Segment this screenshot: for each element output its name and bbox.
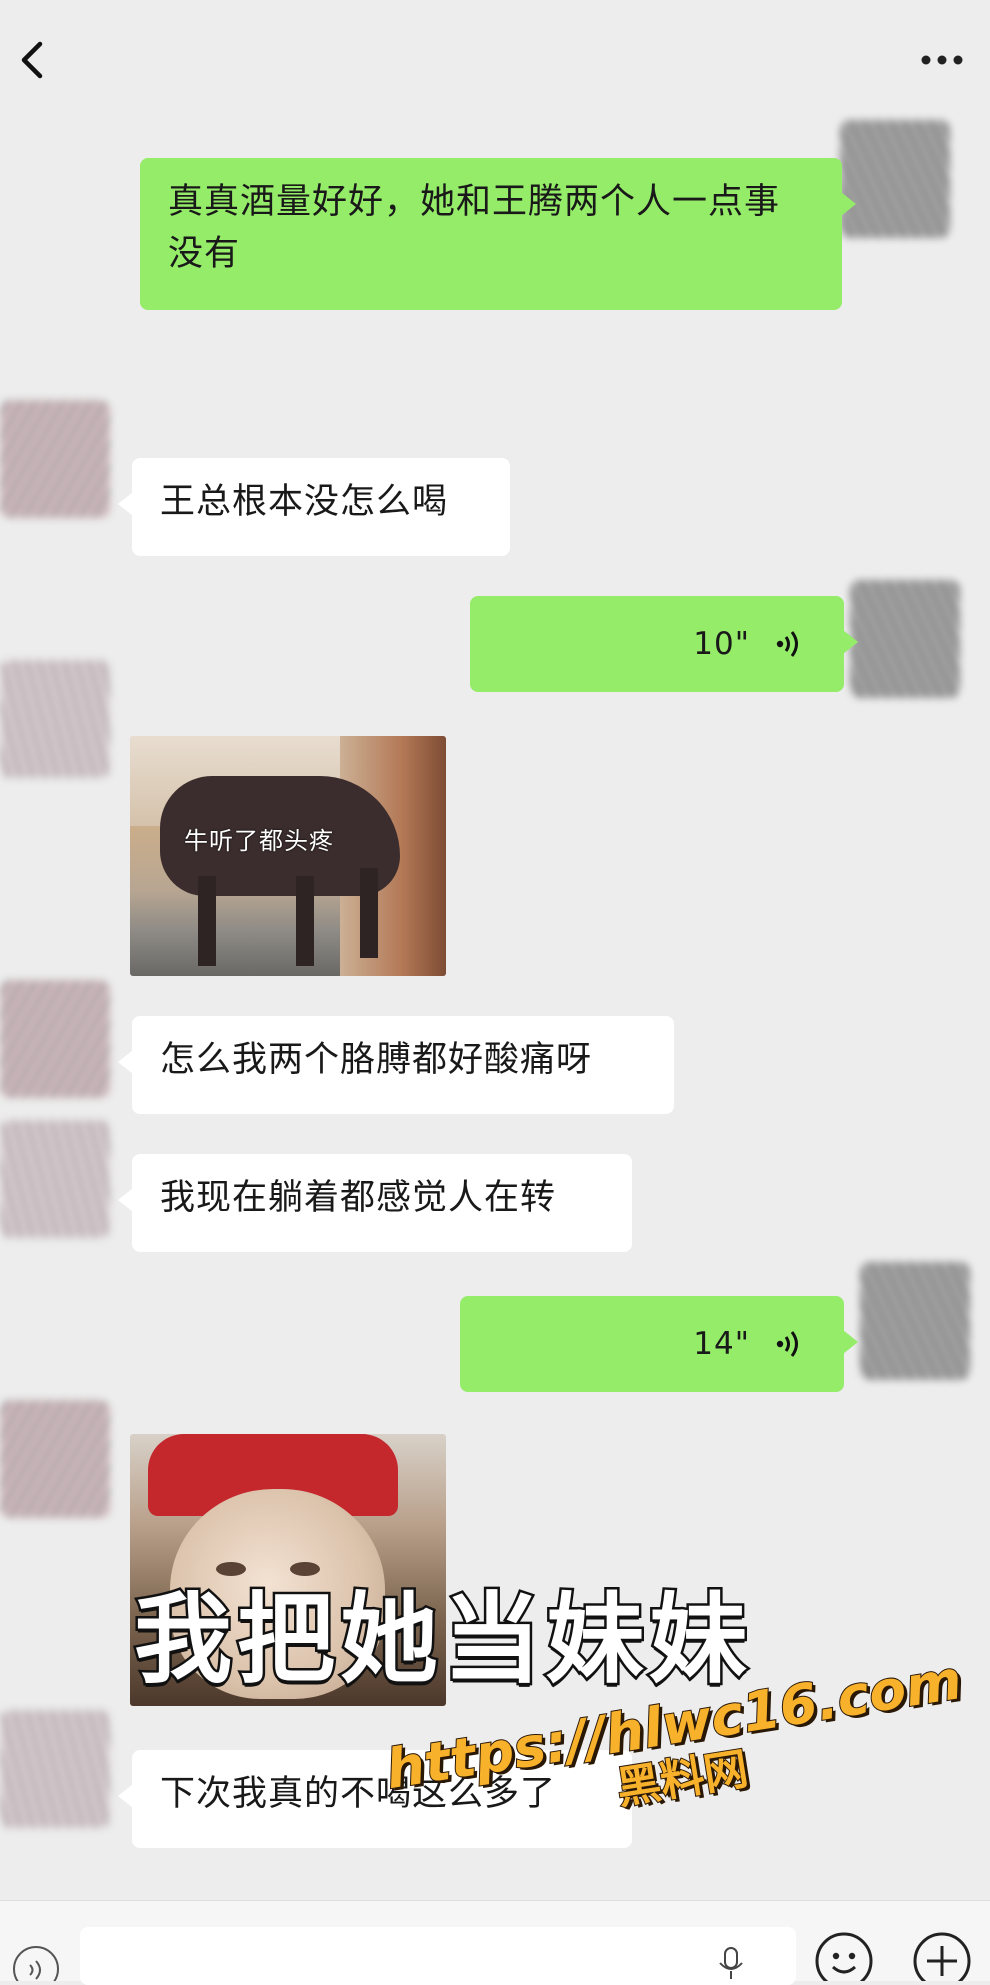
voice-wave-icon [776, 631, 798, 657]
more-icon[interactable] [914, 42, 970, 78]
message-bubble-3[interactable]: 怎么我两个胳膊都好酸痛呀 [118, 1016, 674, 1114]
voice-message-2[interactable]: 14" [460, 1296, 858, 1392]
mic-icon[interactable] [712, 1945, 750, 1981]
cow-leg [198, 876, 216, 966]
contact-avatar[interactable] [0, 660, 110, 778]
message-input[interactable] [80, 1927, 796, 1985]
plus-icon[interactable] [910, 1929, 974, 1981]
cow-leg [360, 868, 378, 958]
chat-input-bar [0, 1900, 990, 1985]
contact-avatar[interactable] [0, 1710, 110, 1828]
back-icon[interactable] [10, 36, 58, 84]
contact-avatar[interactable] [0, 980, 110, 1098]
contact-avatar[interactable] [0, 1400, 110, 1518]
voice-duration: 10" [693, 626, 750, 662]
meme-caption: 我把她当妹妹 [131, 1581, 753, 1700]
contact-avatar[interactable] [0, 1120, 110, 1238]
image-caption: 牛听了都头疼 [184, 827, 334, 855]
contact-avatar[interactable] [0, 400, 110, 518]
self-avatar[interactable] [850, 580, 960, 698]
message-bubble-2[interactable]: 王总根本没怎么喝 [118, 458, 510, 556]
voice-message-1[interactable]: 10" [470, 596, 858, 692]
emoji-icon[interactable] [812, 1929, 876, 1981]
self-avatar[interactable] [840, 120, 950, 238]
self-avatar[interactable] [860, 1262, 970, 1380]
voice-toggle-icon[interactable] [10, 1941, 62, 1981]
voice-duration: 14" [693, 1326, 750, 1362]
message-bubble-1[interactable]: 真真酒量好好，她和王腾两个人一点事没有 [140, 158, 856, 310]
message-bubble-4[interactable]: 我现在躺着都感觉人在转 [118, 1154, 632, 1252]
voice-wave-icon [776, 1331, 798, 1357]
image-message-cow[interactable]: 牛听了都头疼 [130, 736, 446, 976]
cow-leg [296, 876, 314, 966]
chat-header [0, 0, 990, 120]
